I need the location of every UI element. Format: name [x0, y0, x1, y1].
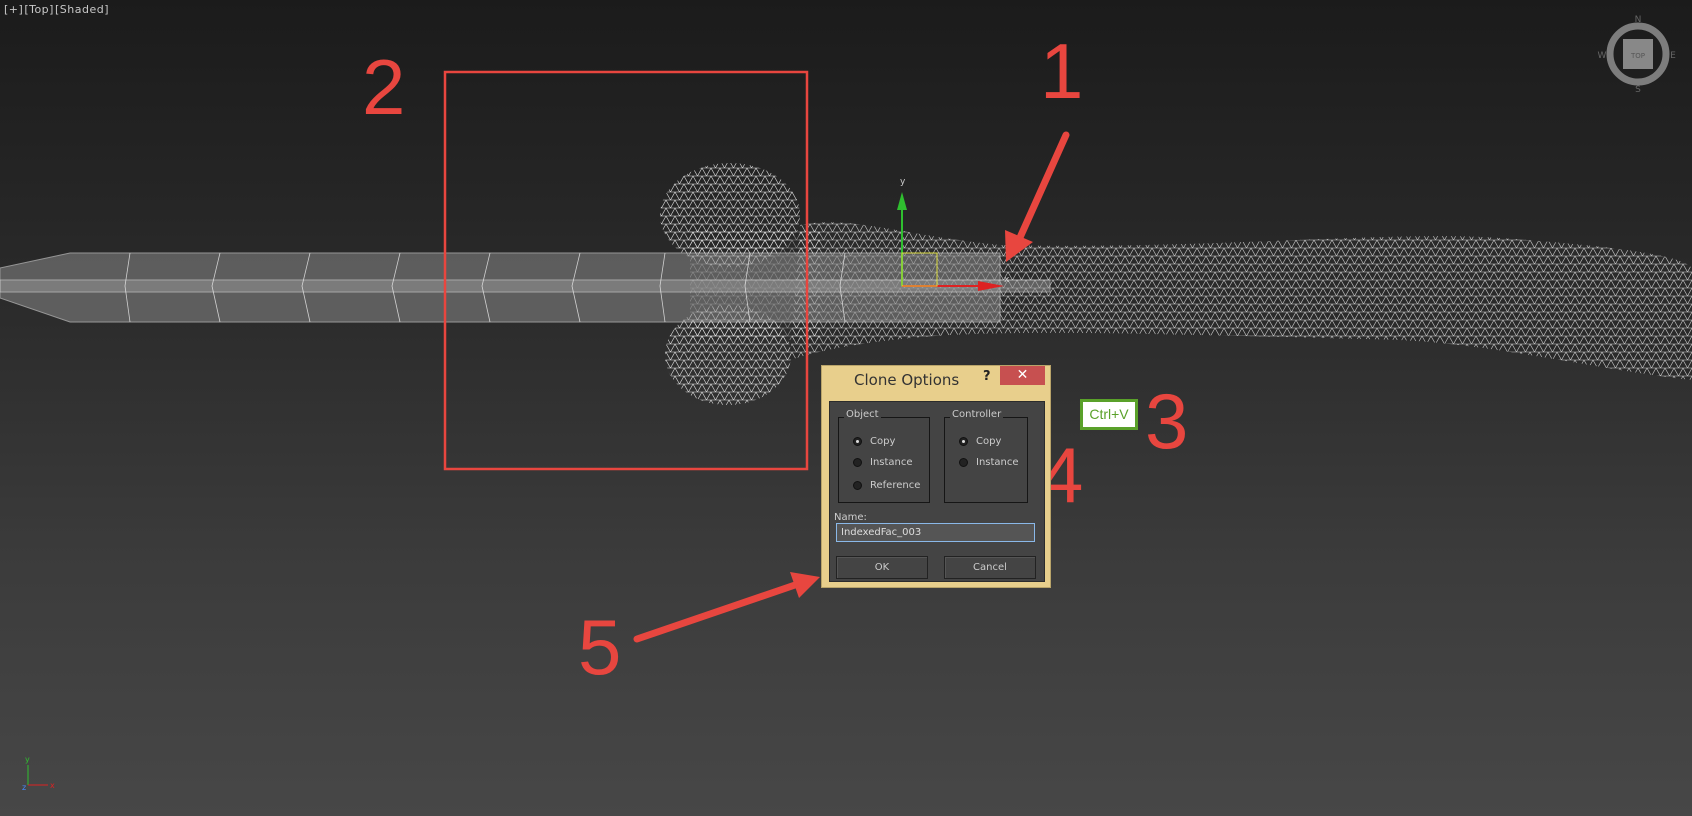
- object-group: Object Copy Instance Reference: [838, 409, 930, 503]
- arrow-5-head: [790, 572, 820, 598]
- viewcube-face-top[interactable]: TOP: [1630, 52, 1645, 60]
- radio-icon: [853, 458, 862, 467]
- help-button[interactable]: ?: [983, 369, 991, 384]
- object-group-label: Object: [844, 409, 881, 420]
- viewport-label[interactable]: [+][Top][Shaded]: [4, 3, 110, 16]
- svg-text:x: x: [50, 781, 55, 790]
- name-input[interactable]: [836, 523, 1035, 542]
- controller-group: Controller Copy Instance: [944, 409, 1028, 503]
- annotation-5: 5: [578, 603, 622, 691]
- gizmo-y-label: y: [900, 177, 906, 187]
- sword-mesh[interactable]: [0, 252, 1051, 323]
- clone-options-dialog: Clone Options ? ✕ Object Copy Instance R…: [821, 365, 1051, 588]
- name-label: Name:: [834, 512, 867, 523]
- dialog-title: Clone Options: [854, 371, 960, 389]
- svg-text:z: z: [22, 783, 26, 792]
- radio-selected-icon: [853, 437, 862, 446]
- shortcut-label: Ctrl+V: [1080, 399, 1138, 430]
- object-instance-radio[interactable]: Instance: [853, 457, 913, 468]
- annotation-3: 3: [1145, 377, 1189, 465]
- viewport-view-top[interactable]: [Top]: [24, 3, 54, 16]
- viewport-shading[interactable]: [Shaded]: [55, 3, 109, 16]
- ok-button[interactable]: OK: [836, 556, 928, 579]
- controller-group-label: Controller: [950, 409, 1004, 420]
- close-button[interactable]: ✕: [1000, 366, 1045, 385]
- viewcube[interactable]: TOP N W E S: [1598, 15, 1677, 95]
- cancel-button[interactable]: Cancel: [944, 556, 1036, 579]
- controller-instance-radio[interactable]: Instance: [959, 457, 1019, 468]
- compass-w: W: [1598, 51, 1607, 61]
- object-reference-radio[interactable]: Reference: [853, 480, 920, 491]
- compass-s: S: [1635, 85, 1641, 95]
- radio-icon: [959, 458, 968, 467]
- axis-tripod: y x z: [22, 755, 55, 792]
- viewport-menu-plus[interactable]: [+]: [4, 3, 23, 16]
- annotation-1: 1: [1040, 27, 1084, 115]
- arrow-1: [1014, 131, 1070, 246]
- radio-icon: [853, 481, 862, 490]
- controller-copy-radio[interactable]: Copy: [959, 436, 1001, 447]
- arrow-5: [633, 581, 799, 643]
- svg-text:y: y: [25, 755, 30, 764]
- annotation-2: 2: [362, 43, 406, 131]
- gizmo-x-label: x: [1004, 275, 1010, 285]
- compass-e: E: [1670, 51, 1676, 61]
- radio-selected-icon: [959, 437, 968, 446]
- compass-n: N: [1635, 15, 1642, 25]
- object-copy-radio[interactable]: Copy: [853, 436, 895, 447]
